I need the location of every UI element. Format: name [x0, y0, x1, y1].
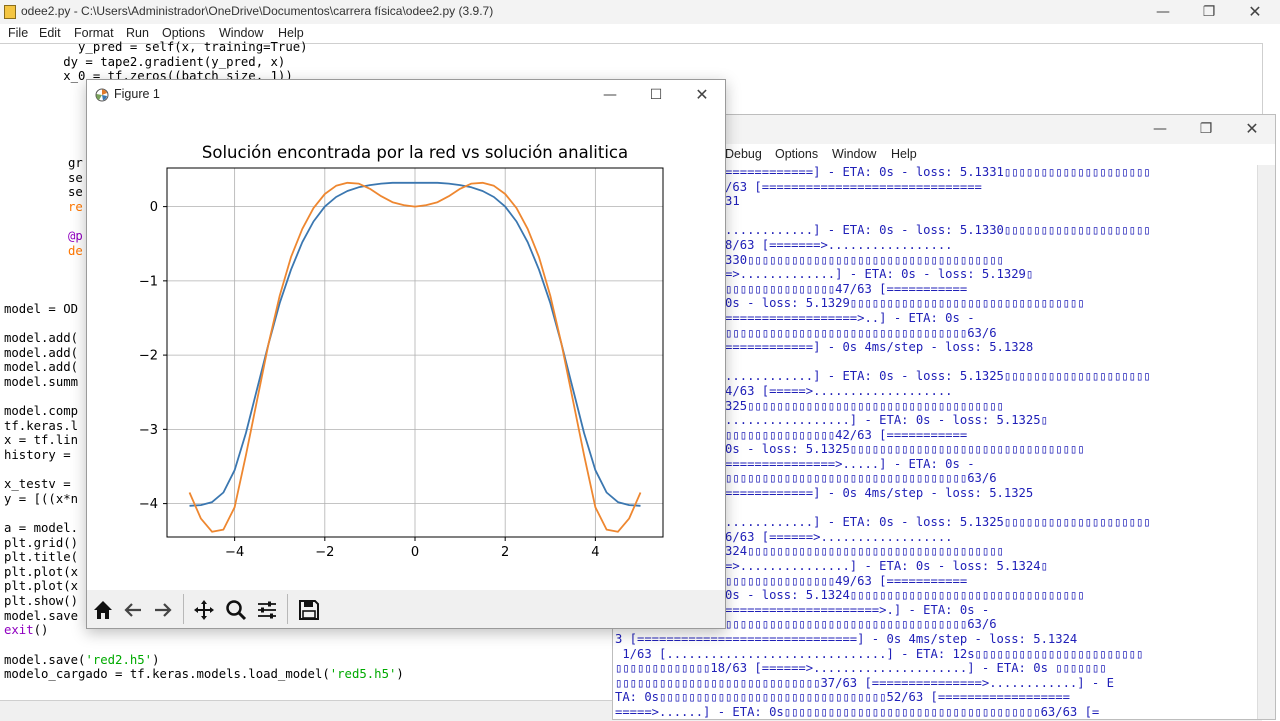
y-tick-label: 0: [150, 200, 158, 215]
menu-run[interactable]: Run: [126, 26, 149, 40]
chart-title: Solución encontrada por la red vs soluci…: [202, 143, 628, 162]
zoom-icon: [226, 600, 247, 621]
menu-window[interactable]: Window: [219, 26, 263, 40]
editor-close-button[interactable]: ✕: [1232, 0, 1278, 24]
code-line: plt.grid(): [4, 535, 79, 550]
code-fragment: gr: [68, 156, 83, 170]
pan-icon: [194, 600, 214, 620]
shell-close-button[interactable]: ✕: [1229, 117, 1275, 141]
x-tick-label: 0: [411, 545, 419, 560]
menu-edit[interactable]: Edit: [39, 26, 61, 40]
code-line: exit(): [4, 623, 49, 638]
save-figure-button[interactable]: [295, 596, 323, 624]
y-tick-label: −1: [139, 274, 158, 289]
python-file-icon: [4, 5, 16, 19]
home-button[interactable]: [89, 596, 117, 624]
figure-minimize-button[interactable]: —: [587, 83, 633, 107]
code-line: plt.plot(x: [4, 564, 79, 579]
code-line: plt.show(): [4, 594, 79, 608]
save-icon: [299, 600, 319, 620]
y-tick-label: −2: [139, 349, 158, 364]
code-line: y_pred = self(x, training=True): [4, 40, 308, 54]
code-line: plt.plot(x: [4, 579, 79, 594]
figure-window: Figure 1 — ☐ ✕ −4 −2 0 2 4 0 −1 −2 −3 −4 Solución …: [86, 79, 726, 629]
code-line: model.add(: [4, 345, 79, 360]
matplotlib-logo-icon: [95, 88, 109, 102]
y-tick-label: −3: [139, 423, 158, 438]
editor-titlebar: odee2.py - C:\Users\Administrador\OneDri…: [0, 0, 1280, 24]
editor-maximize-button[interactable]: ❐: [1186, 0, 1232, 24]
code-fragment: de: [68, 243, 83, 258]
menu-help[interactable]: Help: [278, 26, 304, 40]
forward-icon: [155, 603, 172, 617]
shell-minimize-button[interactable]: —: [1137, 117, 1183, 141]
code-line: model.add(: [4, 360, 79, 375]
code-line: model = OD: [4, 302, 79, 316]
figure-maximize-button[interactable]: ☐: [633, 83, 679, 107]
configure-icon: [258, 601, 276, 619]
menu-options[interactable]: Options: [162, 26, 205, 40]
toolbar-separator: [183, 594, 184, 624]
code-line: tf.keras.l: [4, 418, 79, 433]
shell-menu-debug[interactable]: Debug: [725, 147, 762, 161]
code-line: model.save: [4, 608, 79, 623]
code-fragment: se: [68, 185, 83, 200]
pan-button[interactable]: [190, 596, 218, 624]
code-fragment: re: [68, 199, 83, 214]
configure-button[interactable]: [253, 596, 281, 624]
figure-close-button[interactable]: ✕: [679, 83, 725, 107]
code-line: x_testv =: [4, 477, 79, 492]
code-line: model.add(: [4, 331, 79, 346]
x-tick-label: −2: [315, 545, 334, 560]
back-icon: [124, 603, 141, 617]
menu-file[interactable]: File: [8, 26, 28, 40]
code-line: x = tf.lin: [4, 433, 79, 448]
zoom-button[interactable]: [222, 596, 250, 624]
code-line: history =: [4, 448, 79, 462]
toolbar-separator: [287, 594, 288, 624]
shell-menu-options[interactable]: Options: [775, 147, 818, 161]
code-line: y = [((x*n: [4, 491, 79, 506]
code-line: model.save('red2.h5'): [4, 652, 160, 667]
forward-button[interactable]: [149, 596, 177, 624]
code-fragment: se: [68, 170, 83, 185]
menu-format[interactable]: Format: [74, 26, 114, 40]
y-tick-label: −4: [139, 497, 158, 512]
shell-menu-window[interactable]: Window: [832, 147, 876, 161]
figure-title: Figure 1: [114, 87, 160, 101]
home-icon: [94, 601, 112, 619]
x-tick-label: 4: [591, 545, 599, 560]
figure-toolbar: [87, 590, 725, 628]
shell-menu-help[interactable]: Help: [891, 147, 917, 161]
figure-titlebar: Figure 1 — ☐ ✕: [87, 80, 725, 110]
x-tick-label: −4: [225, 545, 244, 560]
code-fragment: @p: [68, 229, 83, 243]
editor-minimize-button[interactable]: —: [1140, 0, 1186, 24]
shell-scrollbar[interactable]: [1257, 165, 1275, 719]
x-tick-label: 2: [501, 545, 509, 560]
code-line: dy = tape2.gradient(y_pred, x): [4, 54, 286, 69]
code-line: a = model.: [4, 521, 79, 535]
code-line: model.summ: [4, 375, 79, 389]
code-line: modelo_cargado = tf.keras.models.load_mo…: [4, 667, 404, 682]
editor-window-title: odee2.py - C:\Users\Administrador\OneDri…: [21, 4, 494, 18]
chart-svg: −4 −2 0 2 4 0 −1 −2 −3 −4 Solución encontrada por …: [139, 143, 664, 560]
shell-maximize-button[interactable]: ❐: [1183, 117, 1229, 141]
code-line: model.comp: [4, 404, 79, 419]
figure-canvas[interactable]: −4 −2 0 2 4 0 −1 −2 −3 −4 Solución encontrada por …: [87, 110, 725, 590]
code-line: plt.title(: [4, 550, 79, 565]
back-button[interactable]: [119, 596, 147, 624]
